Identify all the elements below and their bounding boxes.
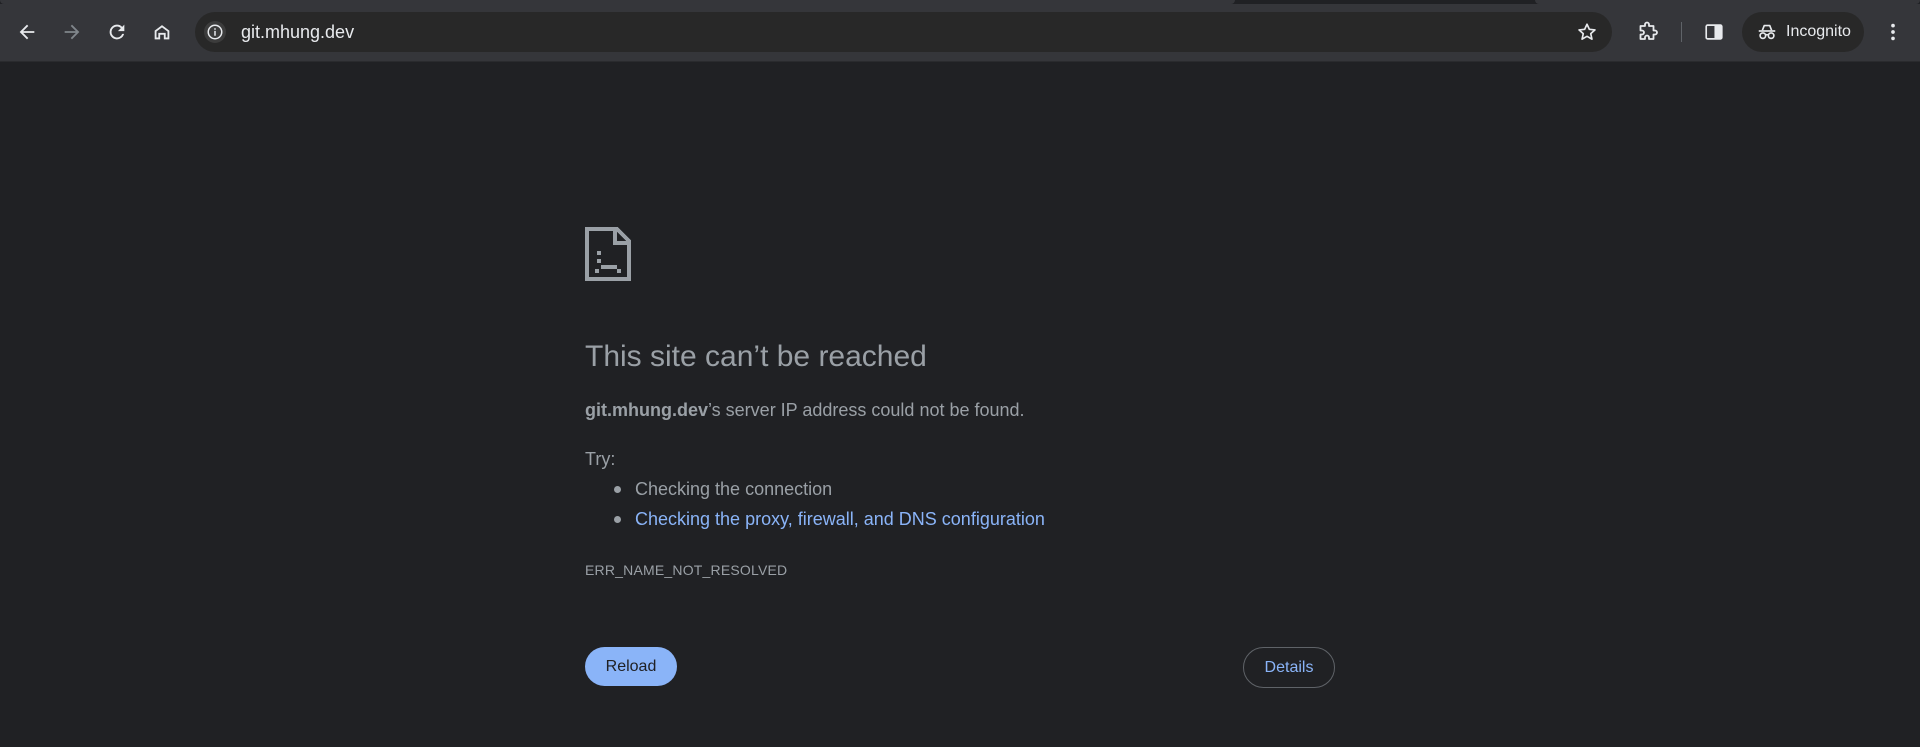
kebab-menu-icon <box>1891 23 1895 41</box>
browser-toolbar: git.mhung.dev Incognito <box>0 0 1920 62</box>
error-host: git.mhung.dev <box>585 400 708 420</box>
incognito-label: Incognito <box>1786 23 1851 40</box>
suggestion-check-connection: Checking the connection <box>585 478 1045 508</box>
suggestions-list: Checking the connection Checking the pro… <box>585 478 1045 538</box>
suggestion-text: Checking the connection <box>635 479 833 499</box>
incognito-icon <box>1758 24 1776 40</box>
address-bar[interactable]: git.mhung.dev <box>195 12 1612 52</box>
suggestion-link-text[interactable]: Checking the proxy, firewall, and DNS co… <box>635 509 1045 529</box>
info-icon[interactable] <box>204 21 226 43</box>
star-icon[interactable] <box>1576 21 1598 43</box>
home-button[interactable] <box>145 15 179 49</box>
side-panel-icon <box>1705 24 1723 40</box>
error-description: git.mhung.dev’s server IP address could … <box>585 400 1025 421</box>
reload-icon <box>109 24 125 40</box>
suggestion-check-proxy-link[interactable]: Checking the proxy, firewall, and DNS co… <box>585 508 1045 538</box>
menu-button[interactable] <box>1876 15 1910 49</box>
back-button[interactable] <box>10 15 44 49</box>
try-label: Try: <box>585 449 616 469</box>
url-text[interactable]: git.mhung.dev <box>241 12 354 52</box>
arrow-left-icon <box>19 24 35 40</box>
arrow-right-icon <box>64 24 80 40</box>
side-panel-button[interactable] <box>1697 15 1731 49</box>
bullet <box>614 516 621 523</box>
bullet <box>614 486 621 493</box>
home-icon <box>154 25 170 40</box>
toolbar-divider <box>1681 22 1682 42</box>
error-description-suffix: ’s server IP address could not be found. <box>708 400 1025 420</box>
forward-button[interactable] <box>55 15 89 49</box>
error-code: ERR_NAME_NOT_RESOLVED <box>585 562 788 578</box>
details-button[interactable]: Details <box>1243 647 1335 688</box>
reload-button[interactable]: Reload <box>585 647 677 686</box>
puzzle-icon <box>1639 21 1658 40</box>
tab-strip-edge <box>0 0 1920 4</box>
sad-page-icon <box>585 227 631 281</box>
extensions-button[interactable] <box>1631 15 1665 49</box>
reload-button[interactable] <box>100 15 134 49</box>
page-title: This site can’t be reached <box>585 340 927 373</box>
incognito-indicator[interactable]: Incognito <box>1742 12 1864 52</box>
